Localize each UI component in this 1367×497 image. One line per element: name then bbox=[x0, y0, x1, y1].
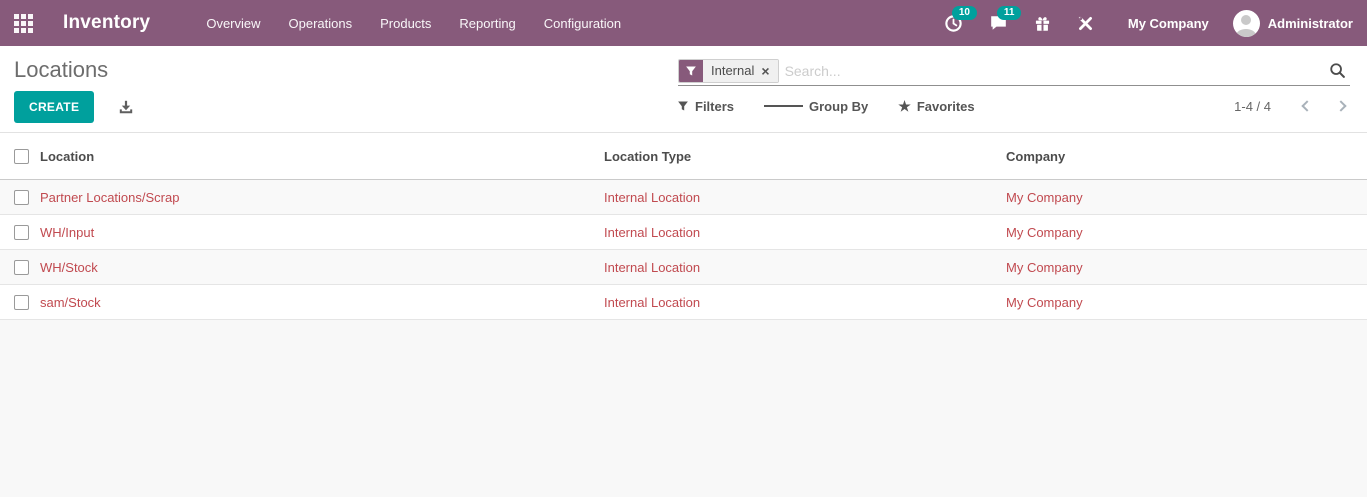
search-button[interactable] bbox=[1325, 60, 1350, 81]
avatar bbox=[1233, 10, 1260, 37]
row-checkbox[interactable] bbox=[14, 295, 29, 310]
favorites-button[interactable]: ★ Favorites bbox=[898, 99, 974, 114]
messages-button[interactable]: 11 bbox=[981, 10, 1016, 36]
select-all-cell bbox=[0, 133, 40, 180]
cell-location-type: Internal Location bbox=[604, 180, 1006, 215]
filter-funnel-icon bbox=[677, 100, 689, 112]
top-navbar: Inventory Overview Operations Products R… bbox=[0, 0, 1367, 46]
row-checkbox[interactable] bbox=[14, 225, 29, 240]
filter-facet-internal: Internal × bbox=[678, 59, 779, 83]
apps-menu-icon[interactable] bbox=[14, 14, 33, 33]
activities-button[interactable]: 10 bbox=[936, 10, 971, 37]
cell-location-type: Internal Location bbox=[604, 215, 1006, 250]
select-all-checkbox[interactable] bbox=[14, 149, 29, 164]
column-header-location[interactable]: Location bbox=[40, 133, 604, 180]
column-header-company[interactable]: Company bbox=[1006, 133, 1367, 180]
app-brand[interactable]: Inventory bbox=[63, 12, 150, 34]
facet-label: Internal bbox=[711, 63, 754, 78]
user-name: Administrator bbox=[1268, 16, 1353, 31]
chevron-right-icon bbox=[1335, 100, 1346, 111]
control-panel-buttons: CREATE bbox=[14, 91, 138, 123]
cell-company: My Company bbox=[1006, 180, 1367, 215]
control-panel: Locations Internal × CREATE bbox=[0, 46, 1367, 133]
nav-item-operations[interactable]: Operations bbox=[275, 2, 367, 45]
cell-location: WH/Input bbox=[40, 215, 604, 250]
cell-company: My Company bbox=[1006, 250, 1367, 285]
systray: 10 11 My Company bbox=[926, 10, 1353, 37]
row-checkbox[interactable] bbox=[14, 260, 29, 275]
pager-range: 1-4 / 4 bbox=[1234, 99, 1271, 114]
locations-table: Location Location Type Company Partner L… bbox=[0, 133, 1367, 320]
cell-location: Partner Locations/Scrap bbox=[40, 180, 604, 215]
facet-filter-icon bbox=[679, 60, 703, 82]
cell-location-type: Internal Location bbox=[604, 250, 1006, 285]
nav-item-configuration[interactable]: Configuration bbox=[530, 2, 635, 45]
table-row[interactable]: Partner Locations/Scrap Internal Locatio… bbox=[0, 180, 1367, 215]
download-icon bbox=[118, 99, 134, 115]
messages-badge: 11 bbox=[997, 6, 1022, 20]
groupby-button[interactable]: Group By bbox=[764, 99, 868, 114]
activities-badge: 10 bbox=[952, 6, 977, 20]
search-bar: Internal × bbox=[678, 56, 1350, 86]
chevron-left-icon bbox=[1301, 100, 1312, 111]
row-checkbox[interactable] bbox=[14, 190, 29, 205]
cell-location: WH/Stock bbox=[40, 250, 604, 285]
star-icon: ★ bbox=[898, 99, 911, 113]
search-input[interactable] bbox=[785, 63, 1325, 79]
table-row[interactable]: WH/Stock Internal Location My Company bbox=[0, 250, 1367, 285]
user-menu[interactable]: Administrator bbox=[1233, 10, 1353, 37]
whats-new-button[interactable] bbox=[1026, 11, 1059, 36]
column-header-location-type[interactable]: Location Type bbox=[604, 133, 1006, 180]
table-header-row: Location Location Type Company bbox=[0, 133, 1367, 180]
nav-item-reporting[interactable]: Reporting bbox=[445, 2, 529, 45]
app-menu: Overview Operations Products Reporting C… bbox=[192, 2, 635, 45]
cell-company: My Company bbox=[1006, 285, 1367, 320]
cell-location: sam/Stock bbox=[40, 285, 604, 320]
pager-next-button[interactable] bbox=[1331, 96, 1351, 116]
gift-icon bbox=[1034, 15, 1051, 32]
search-icon bbox=[1329, 62, 1346, 79]
company-switcher[interactable]: My Company bbox=[1118, 12, 1219, 35]
table-row[interactable]: sam/Stock Internal Location My Company bbox=[0, 285, 1367, 320]
cell-location-type: Internal Location bbox=[604, 285, 1006, 320]
pager: 1-4 / 4 bbox=[1234, 91, 1351, 121]
cell-company: My Company bbox=[1006, 215, 1367, 250]
search-options: Filters Group By ★ Favorites bbox=[677, 91, 1005, 121]
table-row[interactable]: WH/Input Internal Location My Company bbox=[0, 215, 1367, 250]
tools-icon bbox=[1077, 15, 1094, 32]
nav-item-products[interactable]: Products bbox=[366, 2, 445, 45]
groupby-bars-icon bbox=[764, 103, 803, 109]
create-button[interactable]: CREATE bbox=[14, 91, 94, 123]
pager-previous-button[interactable] bbox=[1297, 96, 1317, 116]
nav-item-overview[interactable]: Overview bbox=[192, 2, 274, 45]
export-button[interactable] bbox=[114, 95, 138, 119]
filters-button[interactable]: Filters bbox=[677, 99, 734, 114]
page-title: Locations bbox=[14, 57, 108, 83]
debug-tools-button[interactable] bbox=[1069, 11, 1102, 36]
facet-remove-icon[interactable]: × bbox=[761, 64, 769, 78]
